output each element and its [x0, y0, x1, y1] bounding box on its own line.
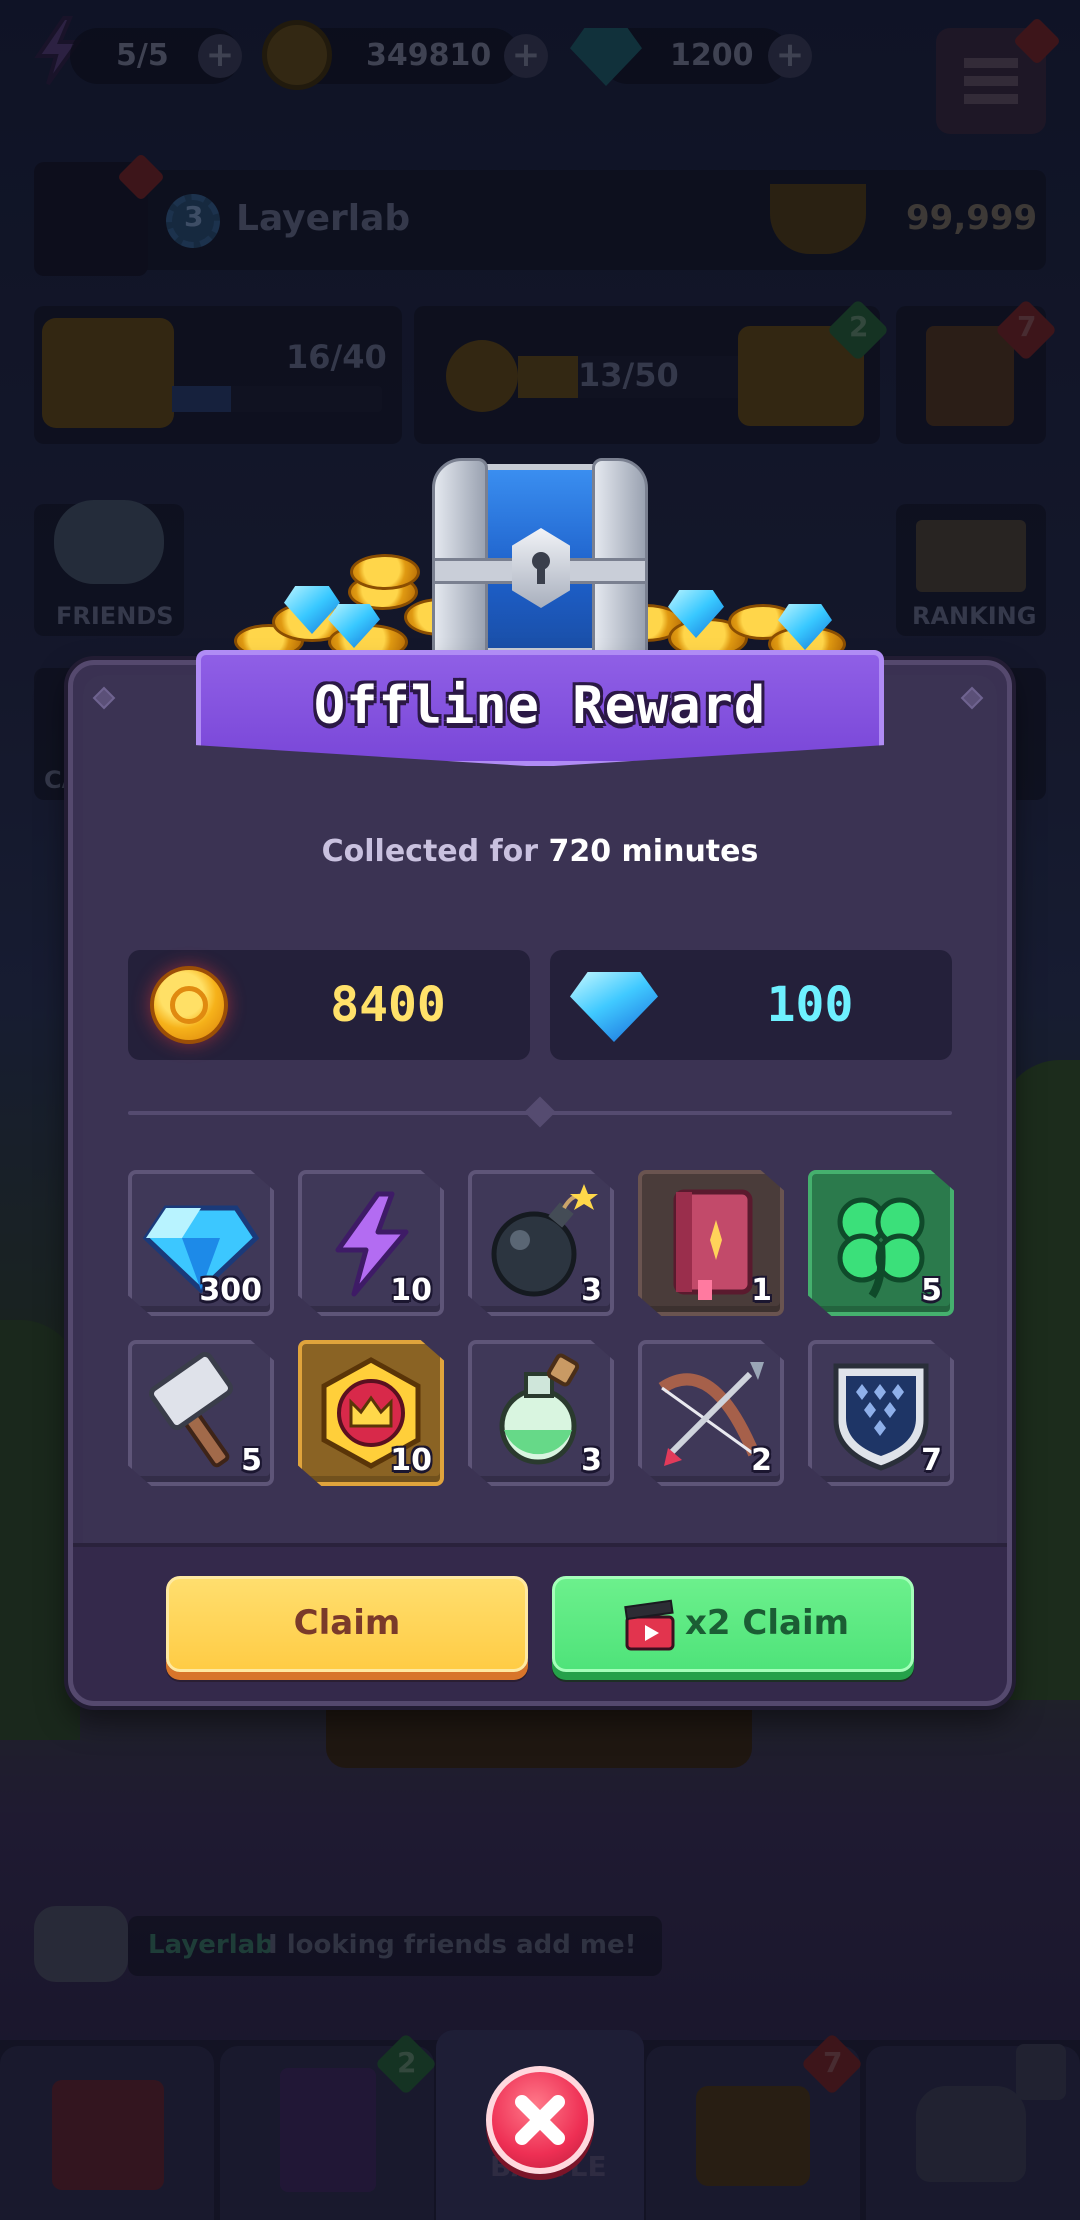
item-qty: 2	[751, 1443, 772, 1478]
claim-label: Claim	[293, 1603, 401, 1643]
claim-button[interactable]: Claim	[166, 1576, 528, 1672]
collected-duration: Collected for 720 minutes	[0, 834, 1080, 869]
item-slot-clover[interactable]: 5	[808, 1170, 954, 1316]
coin-reward-icon	[150, 966, 228, 1044]
clapperboard-icon	[624, 1599, 675, 1651]
coin-reward-amount: 8400	[330, 977, 446, 1033]
item-qty: 7	[921, 1443, 942, 1478]
item-qty: 300	[199, 1273, 262, 1308]
item-qty: 10	[390, 1273, 432, 1308]
gem-reward-amount: 100	[766, 977, 854, 1033]
item-slot-hammer[interactable]: 5	[128, 1340, 274, 1486]
close-icon	[515, 2095, 565, 2145]
item-slot-bomb[interactable]: 3	[468, 1170, 614, 1316]
x2-claim-label: x2 Claim	[684, 1603, 850, 1643]
x2-claim-button[interactable]: x2 Claim	[552, 1576, 914, 1672]
item-slot-bow[interactable]: 2	[638, 1340, 784, 1486]
gem-reward-icon	[570, 972, 658, 1042]
modal-title: Offline Reward	[313, 676, 767, 736]
item-qty: 3	[581, 1273, 602, 1308]
collected-prefix: Collected for	[321, 834, 539, 869]
item-slot-gem[interactable]: 300	[128, 1170, 274, 1316]
item-slot-energy[interactable]: 10	[298, 1170, 444, 1316]
title-banner: Offline Reward	[196, 650, 884, 780]
gem-reward-box: 100	[550, 950, 952, 1060]
coin-reward-box: 8400	[128, 950, 530, 1060]
item-slot-spellbook[interactable]: 1	[638, 1170, 784, 1316]
item-qty: 5	[921, 1273, 942, 1308]
item-qty: 1	[751, 1273, 772, 1308]
item-qty: 10	[390, 1443, 432, 1478]
item-slot-shield[interactable]: 7	[808, 1340, 954, 1486]
item-qty: 5	[241, 1443, 262, 1478]
item-slot-potion[interactable]: 3	[468, 1340, 614, 1486]
close-button[interactable]	[486, 2066, 594, 2174]
item-slot-crown-badge[interactable]: 10	[298, 1340, 444, 1486]
collected-value: 720 minutes	[548, 834, 759, 869]
treasure-chest-icon	[228, 454, 848, 664]
item-qty: 3	[581, 1443, 602, 1478]
